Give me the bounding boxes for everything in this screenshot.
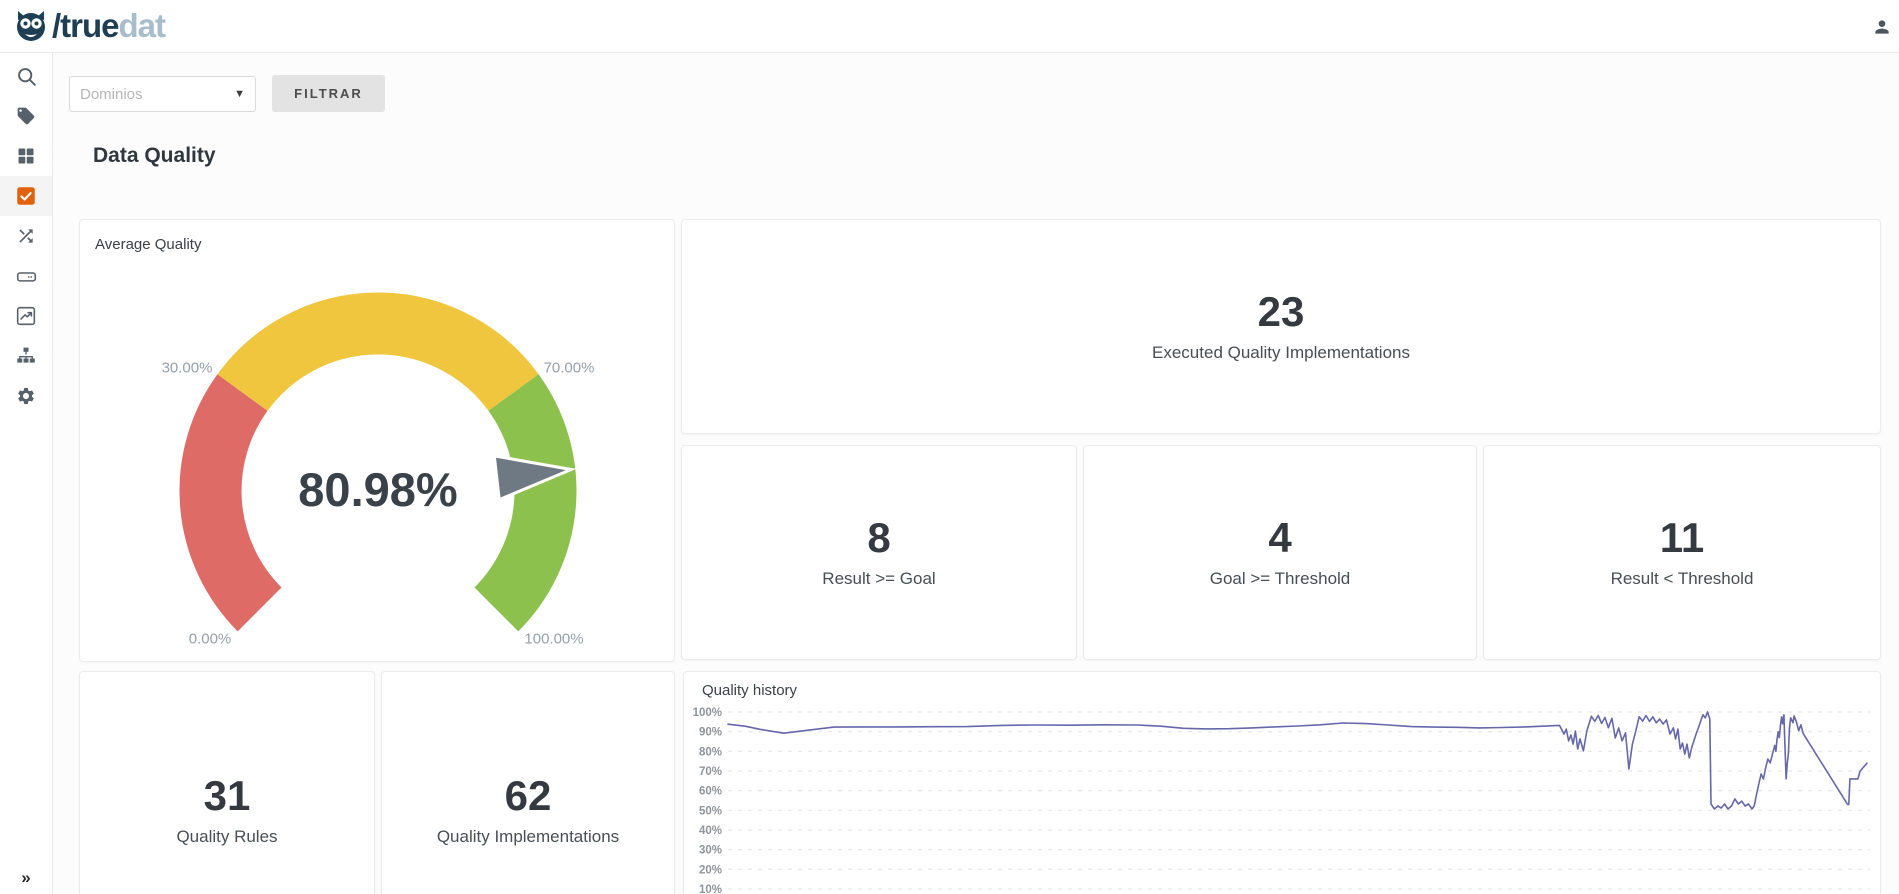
svg-text:30%: 30% — [699, 845, 722, 857]
gauge-axis-label: 0.00% — [189, 631, 232, 648]
page-title: Data Quality — [93, 144, 216, 168]
logo-wordmark: /truedat — [52, 7, 165, 45]
shuffle-icon — [16, 226, 36, 246]
stat-value: 62 — [505, 775, 552, 817]
gear-icon — [16, 386, 36, 406]
sidebar-item-search[interactable] — [0, 56, 52, 96]
top-bar: /truedat — [0, 0, 1899, 53]
sidebar-item-lineage[interactable] — [0, 216, 52, 256]
sidebar: » — [0, 53, 53, 894]
chart-line-icon — [16, 306, 36, 326]
truedat-app: /truedat — [0, 0, 1899, 894]
sidebar-item-quality[interactable] — [0, 176, 52, 216]
user-menu-button[interactable] — [1869, 14, 1895, 40]
stat-value: 23 — [1258, 291, 1305, 333]
truedat-logo[interactable]: /truedat — [12, 7, 165, 45]
check-square-icon — [16, 186, 36, 206]
domain-select[interactable]: Dominios ▼ — [69, 76, 256, 112]
svg-text:100%: 100% — [693, 707, 722, 719]
stat-value: 4 — [1268, 517, 1291, 559]
stat-card-result-lt-threshold: 11 Result < Threshold — [1483, 445, 1881, 660]
svg-text:20%: 20% — [699, 864, 722, 876]
sidebar-item-catalog[interactable] — [0, 136, 52, 176]
drive-icon — [16, 266, 37, 287]
grid-icon — [17, 147, 35, 165]
stat-card-goal-gte-threshold: 4 Goal >= Threshold — [1083, 445, 1477, 660]
stat-card-quality-rules: 31 Quality Rules — [79, 671, 375, 894]
average-quality-gauge — [80, 220, 676, 663]
stat-card-executed-quality-implementations: 23 Executed Quality Implementations — [681, 219, 1881, 434]
stat-value: 8 — [867, 517, 890, 559]
sidebar-item-structures[interactable] — [0, 336, 52, 376]
sidebar-item-glossary[interactable] — [0, 96, 52, 136]
stat-label: Result >= Goal — [822, 569, 935, 589]
stat-card-result-gte-goal: 8 Result >= Goal — [681, 445, 1077, 660]
svg-text:70%: 70% — [699, 766, 722, 778]
sitemap-icon — [16, 346, 36, 366]
stat-label: Result < Threshold — [1611, 569, 1754, 589]
quality-history-chart: 100% 90% 80% 70% 60% 50% 40% 30% 20% 10% — [684, 672, 1880, 894]
tag-icon — [16, 106, 36, 126]
search-icon — [16, 66, 37, 87]
svg-text:10%: 10% — [699, 884, 722, 894]
svg-text:90%: 90% — [699, 727, 722, 739]
owl-logo-icon — [12, 7, 50, 45]
stat-value: 11 — [1660, 517, 1704, 559]
stat-label: Executed Quality Implementations — [1152, 343, 1410, 363]
svg-text:40%: 40% — [699, 825, 722, 837]
sidebar-expand-button[interactable]: » — [0, 868, 52, 888]
gauge-value: 80.98% — [228, 462, 528, 517]
gauge-axis-label: 100.00% — [524, 631, 583, 648]
stat-value: 31 — [204, 775, 251, 817]
gauge-axis-label: 30.00% — [162, 360, 213, 377]
domain-select-placeholder: Dominios — [80, 86, 234, 103]
sidebar-item-dashboards[interactable] — [0, 296, 52, 336]
quality-history-card: Quality history 100%90%80%70%60%50%40%30… — [683, 671, 1881, 894]
chevron-down-icon: ▼ — [234, 88, 245, 100]
filter-button[interactable]: FILTRAR — [272, 75, 385, 112]
stat-card-quality-implementations: 62 Quality Implementations — [381, 671, 675, 894]
user-icon — [1872, 17, 1892, 37]
svg-text:60%: 60% — [699, 786, 722, 798]
stat-label: Quality Implementations — [437, 827, 619, 847]
stat-label: Quality Rules — [176, 827, 277, 847]
gauge-axis-label: 70.00% — [544, 360, 595, 377]
average-quality-card: Average Quality 80.98% 0.00%30.00%70.00%… — [79, 219, 675, 662]
stat-label: Goal >= Threshold — [1210, 569, 1351, 589]
sidebar-item-settings[interactable] — [0, 376, 52, 416]
svg-text:50%: 50% — [699, 805, 722, 817]
svg-text:80%: 80% — [699, 746, 722, 758]
sidebar-item-data-sources[interactable] — [0, 256, 52, 296]
